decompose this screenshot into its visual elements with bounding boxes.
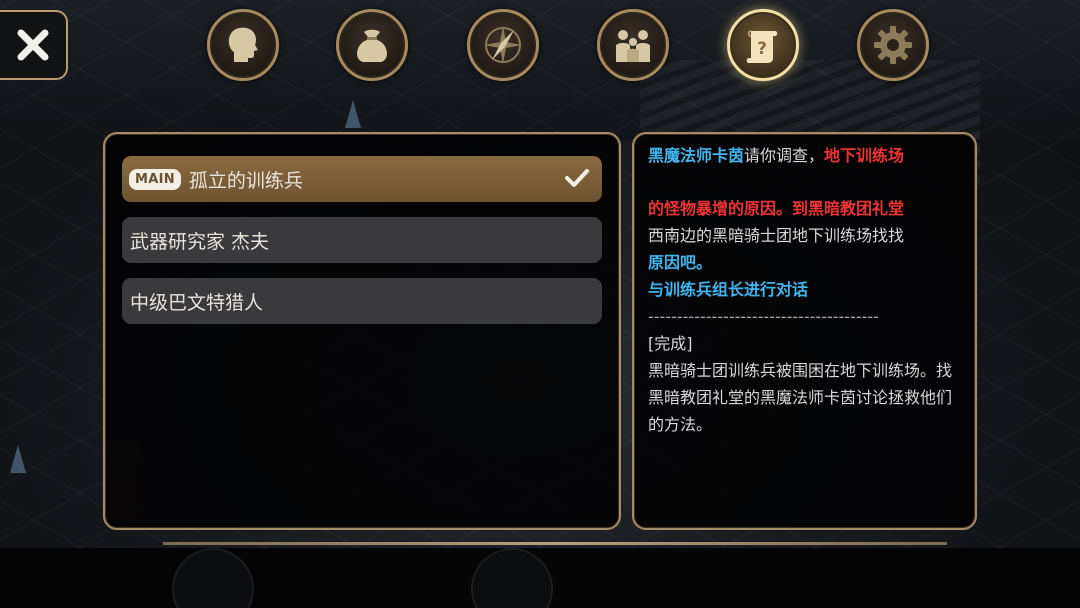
tab-map[interactable] xyxy=(467,9,539,81)
complete-text: 黑暗骑士团训练兵被围困在地下训练场。找黑暗教团礼堂的黑魔法师卡茵讨论拯救他们的方… xyxy=(648,361,953,434)
quest-title: 中级巴文特猎人 xyxy=(130,291,264,314)
quest-objective: 与训练兵组长进行对话 xyxy=(648,280,809,299)
quest-screen: ? MAIN 孤立的训练兵 武器研究家 杰夫 中级巴文特猎人 黑魔法师卡茵请你调… xyxy=(0,0,1080,608)
background-crystal xyxy=(10,445,26,473)
svg-text:?: ? xyxy=(757,39,767,59)
background-crystal xyxy=(345,100,361,128)
close-button[interactable] xyxy=(0,10,68,80)
location-line: 西南边的黑暗骑士团地下训练场找找 xyxy=(648,226,905,245)
tab-settings[interactable] xyxy=(857,9,929,81)
location-end: 原因吧。 xyxy=(648,253,713,272)
checkmark-icon xyxy=(565,169,589,187)
head-profile-icon xyxy=(228,27,258,62)
cause-line: 的怪物暴增的原因。到黑暗教团礼堂 xyxy=(648,195,966,222)
intro-text: 请你调查， xyxy=(744,146,825,165)
main-quest-badge: MAIN xyxy=(129,168,181,190)
tab-quests[interactable]: ? xyxy=(727,9,799,81)
gear-icon xyxy=(874,26,912,64)
npc-name: 黑魔法师卡茵 xyxy=(648,146,745,165)
quest-description: 黑魔法师卡茵请你调查，地下训练场 的怪物暴增的原因。到黑暗教团礼堂 西南边的黑暗… xyxy=(648,142,966,438)
quest-item[interactable]: 中级巴文特猎人 xyxy=(122,278,602,324)
quest-scroll-icon: ? xyxy=(746,30,778,63)
quest-detail-panel: 黑魔法师卡茵请你调查，地下训练场 的怪物暴增的原因。到黑暗教团礼堂 西南边的黑暗… xyxy=(632,132,977,530)
party-icon xyxy=(616,30,650,62)
intro-line: 黑魔法师卡茵请你调查，地下训练场 xyxy=(648,142,966,169)
cause-text: 的怪物暴增的原因。到黑暗教团礼堂 xyxy=(648,199,905,218)
quest-item[interactable]: MAIN 孤立的训练兵 xyxy=(122,156,602,202)
separator: ---------------------------------------- xyxy=(648,307,879,326)
quest-title: 孤立的训练兵 xyxy=(188,169,303,192)
bag-icon xyxy=(357,29,387,62)
close-icon xyxy=(17,29,49,61)
quest-list-panel: MAIN 孤立的训练兵 武器研究家 杰夫 中级巴文特猎人 xyxy=(103,132,621,530)
quest-title: 武器研究家 杰夫 xyxy=(130,230,270,253)
tab-character[interactable] xyxy=(207,9,279,81)
quest-item[interactable]: 武器研究家 杰夫 xyxy=(122,217,602,263)
tab-party[interactable] xyxy=(597,9,669,81)
tab-inventory[interactable] xyxy=(336,9,408,81)
bottom-divider xyxy=(163,542,947,545)
place-name: 地下训练场 xyxy=(824,146,905,165)
complete-label: [完成] xyxy=(648,334,693,353)
compass-icon xyxy=(484,26,522,64)
